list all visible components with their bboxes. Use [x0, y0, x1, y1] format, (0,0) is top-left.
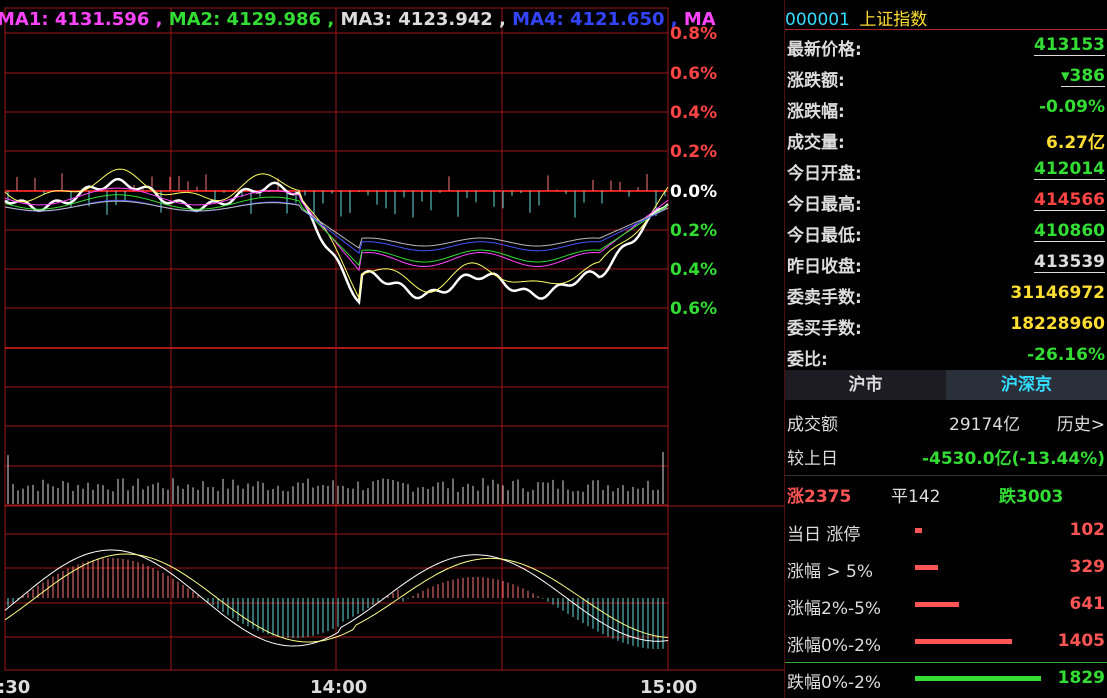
time-label: 14:00	[310, 677, 367, 698]
breakdown-row: 涨幅 > 5% 329	[785, 550, 1107, 586]
quote-value: ▾386	[1060, 66, 1105, 87]
pct-tick-label: 0.0%	[670, 182, 717, 202]
quote-value: -0.09%	[1038, 97, 1105, 117]
breakdown-bar	[915, 565, 938, 570]
compare-label: 较上日	[787, 449, 838, 469]
stock-header[interactable]: 000001 上证指数	[785, 5, 1107, 30]
quote-row: 委比: -26.16%	[785, 341, 1107, 372]
time-label: 15:00	[640, 677, 697, 698]
breakdown-value: 329	[1069, 557, 1106, 577]
quote-row: 委卖手数: 31146972	[785, 279, 1107, 310]
quote-row: 今日最低: 410860	[785, 217, 1107, 248]
quote-value: 412014	[1034, 159, 1105, 180]
quote-row: 昨日收盘: 413539	[785, 248, 1107, 279]
pct-tick-label: 0.4%	[670, 103, 717, 123]
turnover-value: 29174亿	[949, 415, 1021, 435]
turnover-row: 成交额 29174亿 历史>	[785, 404, 1107, 440]
market-tabs: 沪市 沪深京	[785, 370, 1107, 400]
stock-code: 000001	[785, 10, 850, 30]
quote-panel: 000001 上证指数 最新价格: 413153 涨跌额: ▾386 涨跌幅: -0.09…	[785, 0, 1107, 698]
quote-label: 今日开盘:	[787, 164, 862, 184]
breakdown-row: 涨幅0%-2% 1405	[785, 624, 1107, 660]
quote-value: 413539	[1034, 252, 1105, 273]
time-label: :30	[0, 677, 30, 698]
breakdown-label: 涨幅 > 5%	[787, 562, 874, 582]
tab-hsj[interactable]: 沪深京	[946, 370, 1107, 400]
quote-value: 6.27亿	[1046, 133, 1105, 153]
ma-label: MA1: 4131.596 ,	[0, 9, 169, 30]
turnover-label: 成交额	[787, 415, 838, 435]
time-axis: :30 14:00 15:00	[0, 677, 697, 698]
flat-count: 平142	[891, 487, 941, 507]
breakdown-value: 1829	[1057, 668, 1105, 688]
history-link[interactable]: 历史>	[1057, 410, 1105, 435]
ma-legend: MA1: 4131.596 , MA2: 4129.986 , MA3: 412…	[0, 9, 716, 30]
quote-row: 今日开盘: 412014	[785, 155, 1107, 186]
breakdown-bar	[915, 676, 1041, 681]
pct-tick-label: 0.6%	[670, 299, 717, 319]
quote-value: 18228960	[1010, 314, 1105, 334]
breakdown-value: 1405	[1057, 631, 1105, 651]
breakdown-bar	[915, 602, 959, 607]
quote-label: 成交量:	[787, 133, 845, 153]
intraday-chart[interactable]: 0.8%0.6%0.4%0.2%0.0%0.2%0.4%0.6% MA1: 41…	[0, 0, 785, 698]
percent-axis: 0.8%0.6%0.4%0.2%0.0%0.2%0.4%0.6%	[670, 24, 717, 319]
breakdown-bar	[915, 639, 1012, 644]
quote-value: 410860	[1034, 221, 1105, 242]
quote-label: 委比:	[787, 350, 828, 370]
breakdown-label: 跌幅0%-2%	[787, 673, 882, 693]
breakdown-label: 涨幅2%-5%	[787, 599, 882, 619]
up-count: 涨2375	[787, 487, 852, 507]
breakdown-bar	[915, 528, 922, 533]
pct-tick-label: 0.6%	[670, 64, 717, 84]
quote-label: 委卖手数:	[787, 288, 862, 308]
quote-label: 最新价格:	[787, 40, 862, 60]
quote-row: 今日最高: 414566	[785, 186, 1107, 217]
pct-tick-label: 0.4%	[670, 260, 717, 280]
quote-label: 涨跌幅:	[787, 102, 845, 122]
quote-row: 成交量: 6.27亿	[785, 124, 1107, 155]
breakdown-value: 102	[1069, 520, 1106, 540]
breakdown-row: 跌幅0%-2% 1829	[785, 661, 1107, 697]
quote-row: 委买手数: 18228960	[785, 310, 1107, 341]
compare-value: -4530.0亿(-13.44%)	[921, 449, 1105, 469]
ma-label: MA2: 4129.986 ,	[169, 9, 341, 30]
compare-row: 较上日 -4530.0亿(-13.44%)	[785, 440, 1107, 476]
down-count: 跌3003	[999, 487, 1064, 507]
quote-row: 最新价格: 413153	[785, 31, 1107, 62]
stock-name: 上证指数	[859, 10, 928, 30]
tab-sh[interactable]: 沪市	[785, 370, 946, 400]
quote-value: 31146972	[1010, 283, 1105, 303]
breakdown-label: 涨幅0%-2%	[787, 636, 882, 656]
ma-label: MA	[684, 9, 716, 30]
advance-decline-row: 涨2375 平142 跌3003	[785, 478, 1107, 514]
ma-legend-text: MA1: 4131.596 , MA2: 4129.986 , MA3: 412…	[0, 9, 716, 30]
ma-label: MA3: 4123.942 ,	[340, 9, 512, 30]
pct-tick-label: 0.2%	[670, 221, 717, 241]
breakdown-row: 涨幅2%-5% 641	[785, 587, 1107, 623]
ma-label: MA4: 4121.650 ,	[512, 9, 684, 30]
breakdown-row: 当日 涨停 102	[785, 513, 1107, 549]
quote-row: 涨跌幅: -0.09%	[785, 93, 1107, 124]
breakdown-label: 当日 涨停	[787, 525, 861, 545]
quote-value: 414566	[1034, 190, 1105, 211]
quote-label: 今日最高:	[787, 195, 862, 215]
chart-grid	[4, 0, 785, 698]
quote-value: -26.16%	[1027, 345, 1105, 365]
quote-row: 涨跌额: ▾386	[785, 62, 1107, 93]
pct-tick-label: 0.2%	[670, 142, 717, 162]
quote-value: 413153	[1034, 35, 1105, 56]
quote-label: 昨日收盘:	[787, 257, 862, 277]
quote-label: 今日最低:	[787, 226, 862, 246]
quote-label: 委买手数:	[787, 319, 862, 339]
quote-label: 涨跌额:	[787, 71, 845, 91]
breakdown-value: 641	[1069, 594, 1106, 614]
